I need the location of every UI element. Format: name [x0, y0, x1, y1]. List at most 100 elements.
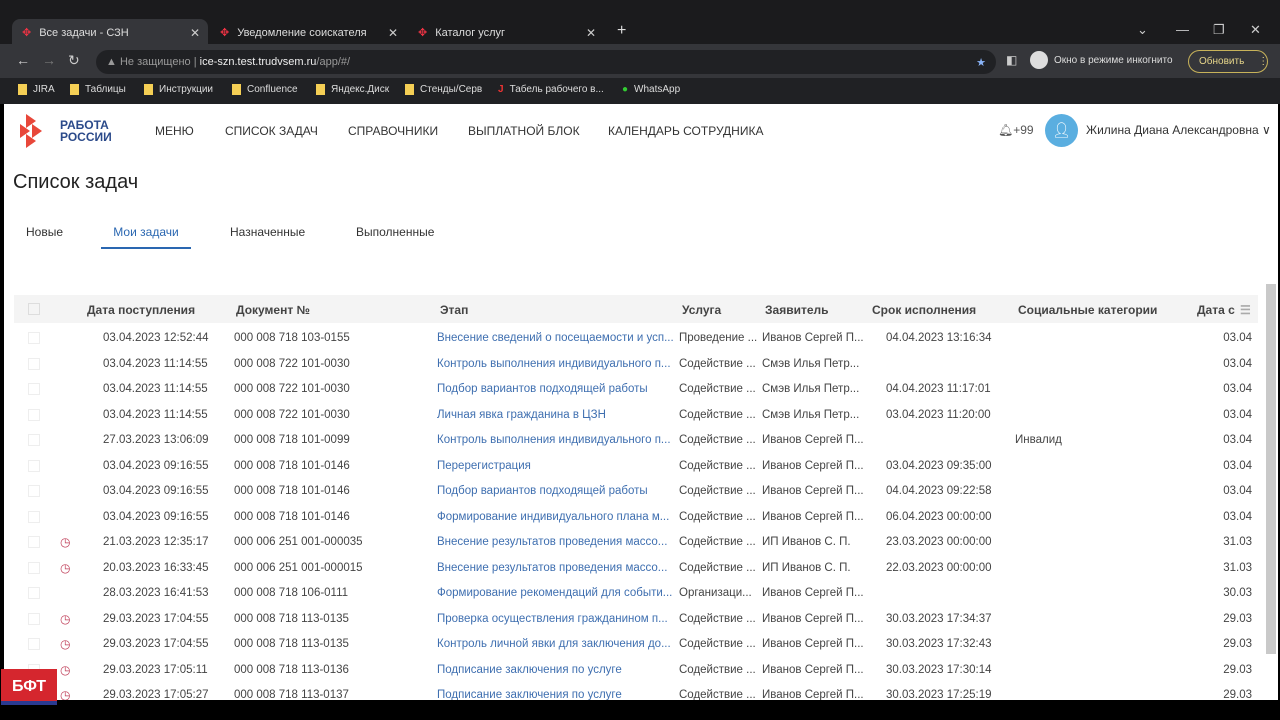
bookmark-jira[interactable]: JIRA — [18, 78, 55, 100]
column-date-s[interactable]: Дата с — [1197, 303, 1239, 317]
incognito-indicator[interactable]: Окно в режиме инкогнито — [1030, 51, 1173, 69]
cell-stage[interactable]: Формирование индивидуального плана м... — [437, 511, 669, 523]
column-stage[interactable]: Этап — [440, 303, 468, 317]
menu-item-menu[interactable]: МЕНЮ — [155, 124, 194, 138]
cell-stage[interactable]: Подбор вариантов подходящей работы — [437, 383, 648, 395]
bookmark-instructions[interactable]: Инструкции — [144, 78, 213, 100]
vertical-scrollbar[interactable] — [1266, 284, 1276, 654]
bookmark-star-icon[interactable]: ★ — [976, 56, 986, 69]
row-checkbox[interactable] — [28, 408, 40, 421]
tab-search-icon[interactable]: ⌄ — [1137, 22, 1148, 38]
user-menu[interactable]: Жилина Диана Александровна ∨ — [1086, 123, 1271, 137]
table-row[interactable]: ◷ 29.03.2023 17:04:55 000 008 718 113-0135… — [14, 607, 1258, 633]
avatar[interactable]: 👤︎ — [1045, 114, 1078, 147]
column-menu-icon[interactable]: ☰ — [1240, 303, 1251, 317]
column-document[interactable]: Документ № — [236, 303, 310, 317]
update-button[interactable]: Обновить ⋮ — [1188, 50, 1268, 73]
cell-stage[interactable]: Подписание заключения по услуге — [437, 664, 622, 676]
cell-stage[interactable]: Перерегистрация — [437, 460, 531, 472]
cell-stage[interactable]: Контроль выполнения индивидуального п... — [437, 358, 671, 370]
row-checkbox[interactable] — [28, 383, 40, 395]
cell-stage[interactable]: Личная явка гражданина в ЦЗН — [437, 409, 606, 421]
table-row[interactable]: 03.04.2023 09:16:55 000 008 718 101-0146 П… — [14, 479, 1258, 505]
cell-stage[interactable]: Проверка осуществления гражданином п... — [437, 613, 668, 625]
column-applicant[interactable]: Заявитель — [765, 303, 829, 317]
row-checkbox[interactable] — [28, 587, 40, 599]
cell-stage[interactable]: Подбор вариантов подходящей работы — [437, 485, 648, 497]
table-row[interactable]: 27.03.2023 13:06:09 000 008 718 101-0099 К… — [14, 428, 1258, 454]
tab-completed[interactable]: Выполненные — [356, 225, 434, 239]
forward-icon[interactable]: → — [42, 52, 56, 68]
back-icon[interactable]: ← — [16, 52, 30, 68]
notifications-button[interactable]: 🔔︎+99 — [998, 123, 1034, 137]
table-row[interactable]: ◷ 29.03.2023 17:05:27 000 008 718 113-0137… — [14, 683, 1258, 700]
tab-my-tasks[interactable]: Мои задачи — [101, 225, 191, 249]
close-icon[interactable]: ✕ — [190, 26, 200, 40]
close-icon[interactable]: ✕ — [586, 26, 596, 40]
table-row[interactable]: 03.04.2023 09:16:55 000 008 718 101-0146 П… — [14, 454, 1258, 480]
close-window-icon[interactable]: ✕ — [1250, 22, 1261, 38]
cell-received-date: 29.03.2023 17:04:55 — [103, 638, 209, 650]
bookmark-label: Табель рабочего в... — [509, 83, 604, 95]
cell-stage[interactable]: Контроль выполнения индивидуального п... — [437, 434, 671, 446]
menu-item-tasks[interactable]: СПИСОК ЗАДАЧ — [225, 124, 318, 138]
row-checkbox[interactable] — [28, 561, 40, 574]
reload-icon[interactable]: ↻ — [68, 52, 80, 69]
menu-item-payments[interactable]: ВЫПЛАТНОЙ БЛОК — [468, 124, 580, 138]
restore-icon[interactable]: ❐ — [1213, 22, 1225, 38]
table-row[interactable]: 03.04.2023 11:14:55 000 008 722 101-0030 К… — [14, 352, 1258, 378]
cell-stage[interactable]: Внесение результатов проведения массо... — [437, 562, 667, 574]
row-checkbox[interactable] — [28, 357, 40, 370]
table-row[interactable]: 03.04.2023 09:16:55 000 008 718 101-0146 Ф… — [14, 505, 1258, 531]
table-row[interactable]: 28.03.2023 16:41:53 000 008 718 106-0111 Ф… — [14, 581, 1258, 607]
browser-tab-2[interactable]: ✥ Уведомление соискателя ✕ — [210, 19, 406, 46]
row-checkbox[interactable] — [28, 612, 40, 625]
cell-received-date: 03.04.2023 09:16:55 — [103, 459, 209, 472]
menu-item-references[interactable]: СПРАВОЧНИКИ — [348, 124, 438, 138]
row-checkbox[interactable] — [28, 638, 40, 650]
new-tab-button[interactable]: + — [617, 22, 626, 40]
browser-tab-3[interactable]: ✥ Каталог услуг ✕ — [408, 19, 604, 46]
column-received-date[interactable]: Дата поступления — [87, 303, 195, 317]
column-social-categories[interactable]: Социальные категории — [1018, 303, 1157, 317]
tab-new[interactable]: Новые — [26, 225, 63, 239]
logo[interactable]: РАБОТА РОССИИ — [20, 114, 112, 148]
bookmark-tables[interactable]: Таблицы — [70, 78, 126, 100]
bookmark-yandex-disk[interactable]: Яндекс.Диск — [316, 78, 389, 100]
row-checkbox[interactable] — [28, 485, 40, 497]
table-row[interactable]: 03.04.2023 11:14:55 000 008 722 101-0030 П… — [14, 377, 1258, 403]
menu-item-calendar[interactable]: КАЛЕНДАРЬ СОТРУДНИКА — [608, 124, 763, 138]
select-all-checkbox[interactable] — [28, 303, 40, 315]
tab-assigned[interactable]: Назначенные — [230, 225, 305, 239]
bookmark-whatsapp[interactable]: ● WhatsApp — [622, 78, 680, 100]
cell-service: Организаци... — [679, 587, 752, 599]
row-checkbox[interactable] — [28, 510, 40, 523]
row-checkbox[interactable] — [28, 332, 40, 344]
bookmark-timesheet[interactable]: J Табель рабочего в... — [498, 78, 604, 100]
table-row[interactable]: ◷ 29.03.2023 17:04:55 000 008 718 113-0135… — [14, 632, 1258, 658]
table-row[interactable]: 03.04.2023 11:14:55 000 008 722 101-0030 Л… — [14, 403, 1258, 429]
table-row[interactable]: ◷ 21.03.2023 12:35:17 000 006 251 001-0000… — [14, 530, 1258, 556]
bookmark-stands[interactable]: Стенды/Серв — [405, 78, 482, 100]
column-due-date[interactable]: Срок исполнения — [872, 303, 976, 317]
table-row[interactable]: ◷ 20.03.2023 16:33:45 000 006 251 001-0000… — [14, 556, 1258, 582]
row-checkbox[interactable] — [28, 459, 40, 472]
row-checkbox[interactable] — [28, 536, 40, 548]
cell-stage[interactable]: Подписание заключения по услуге — [437, 689, 622, 700]
cell-received-date: 03.04.2023 09:16:55 — [103, 485, 209, 497]
cell-stage[interactable]: Контроль личной явки для заключения до..… — [437, 638, 671, 650]
cell-stage[interactable]: Внесение сведений о посещаемости и усп..… — [437, 332, 674, 344]
bookmark-confluence[interactable]: Confluence — [232, 78, 298, 100]
close-icon[interactable]: ✕ — [388, 26, 398, 40]
address-bar[interactable]: ▲ Не защищено | ice-szn.test.trudvsem.ru… — [96, 50, 996, 74]
table-row[interactable]: ◷ 29.03.2023 17:05:11 000 008 718 113-0136… — [14, 658, 1258, 684]
cell-stage[interactable]: Внесение результатов проведения массо... — [437, 536, 667, 548]
side-panel-icon[interactable]: ◧ — [1006, 53, 1017, 67]
cell-stage[interactable]: Формирование рекомендаций для событи... — [437, 587, 672, 599]
browser-tab-1[interactable]: ✥ Все задачи - СЗН ✕ — [12, 19, 208, 46]
minimize-icon[interactable]: — — [1176, 22, 1189, 37]
row-checkbox[interactable] — [28, 434, 40, 446]
cell-applicant: Иванов Сергей П... — [762, 459, 864, 472]
column-service[interactable]: Услуга — [682, 303, 721, 317]
table-row[interactable]: 03.04.2023 12:52:44 000 008 718 103-0155 В… — [14, 326, 1258, 352]
